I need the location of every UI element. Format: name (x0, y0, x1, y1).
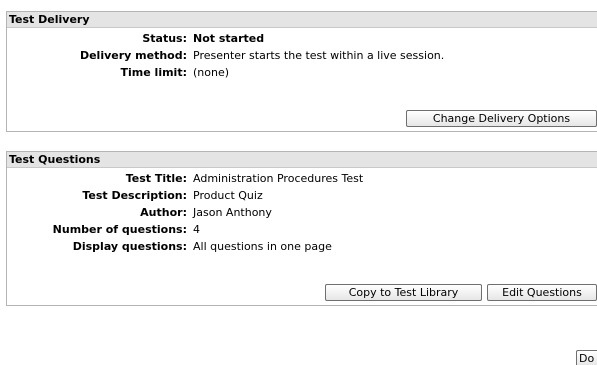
author-value: Jason Anthony (193, 206, 272, 219)
status-label: Status: (142, 32, 187, 45)
delivery-method-value: Presenter starts the test within a live … (193, 49, 445, 62)
number-of-questions-label: Number of questions: (52, 223, 187, 236)
copy-to-test-library-button[interactable]: Copy to Test Library (325, 284, 482, 301)
edit-questions-button[interactable]: Edit Questions (487, 284, 597, 301)
delivery-method-row: Delivery method: Presenter starts the te… (7, 47, 597, 64)
test-title-label: Test Title: (125, 172, 187, 185)
test-description-row: Test Description: Product Quiz (7, 187, 597, 204)
test-description-value: Product Quiz (193, 189, 263, 202)
number-of-questions-value: 4 (193, 223, 200, 236)
questions-details: Test Title: Administration Procedures Te… (7, 168, 597, 255)
test-questions-header: Test Questions (7, 152, 597, 168)
change-delivery-options-button[interactable]: Change Delivery Options (406, 110, 597, 127)
author-row: Author: Jason Anthony (7, 204, 597, 221)
time-limit-value: (none) (193, 66, 230, 79)
test-title-value: Administration Procedures Test (193, 172, 364, 185)
display-questions-row: Display questions: All questions in one … (7, 238, 597, 255)
time-limit-label: Time limit: (120, 66, 187, 79)
delivery-details: Status: Not started Delivery method: Pre… (7, 28, 597, 81)
test-description-label: Test Description: (82, 189, 187, 202)
delivery-method-label: Delivery method: (79, 49, 187, 62)
status-value: Not started (193, 32, 265, 45)
display-questions-value: All questions in one page (193, 240, 332, 253)
display-questions-label: Display questions: (72, 240, 187, 253)
test-delivery-header: Test Delivery (7, 12, 597, 28)
done-button[interactable]: Do (576, 350, 597, 365)
number-of-questions-row: Number of questions: 4 (7, 221, 597, 238)
status-row: Status: Not started (7, 30, 597, 47)
author-label: Author: (140, 206, 187, 219)
test-title-row: Test Title: Administration Procedures Te… (7, 170, 597, 187)
time-limit-row: Time limit: (none) (7, 64, 597, 81)
test-questions-panel: Test Questions Test Title: Administratio… (6, 151, 597, 306)
